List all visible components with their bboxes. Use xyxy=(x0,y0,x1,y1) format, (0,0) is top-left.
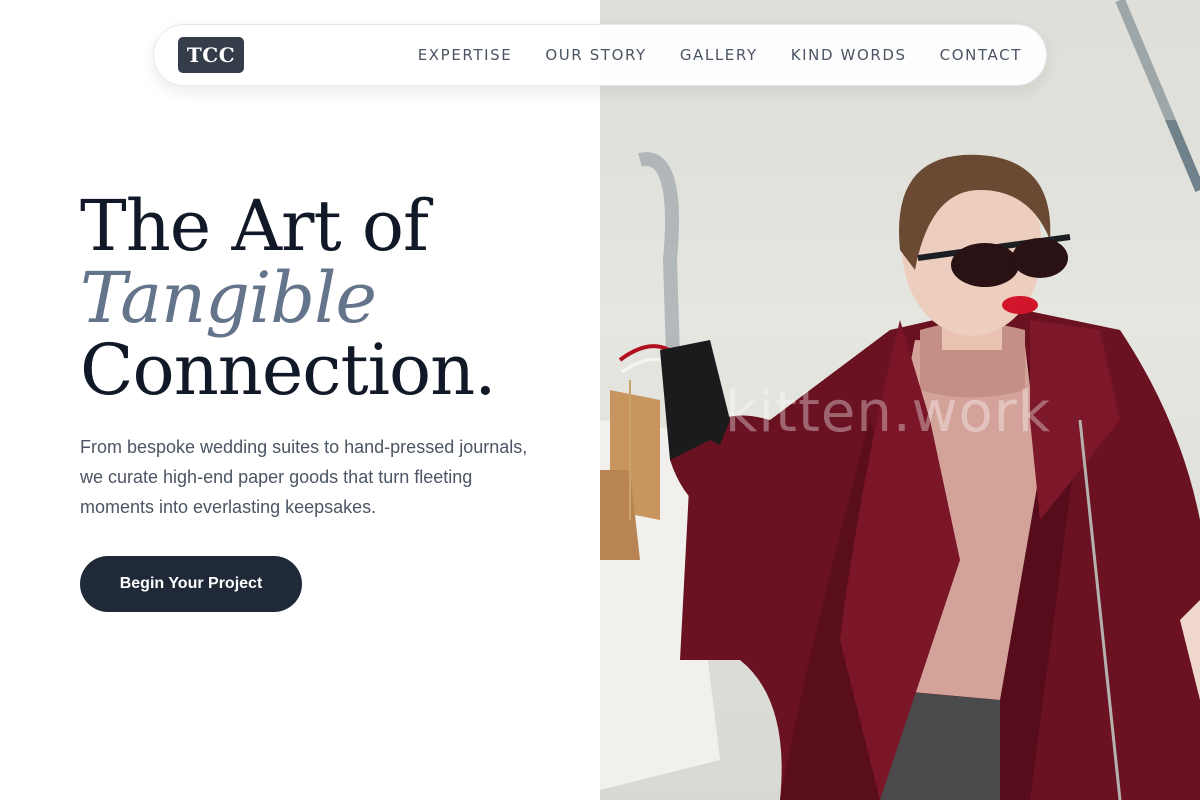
hero-title-line-3: Connection. xyxy=(80,329,497,411)
top-navbar: TCC EXPERTISE OUR STORY GALLERY KIND WOR… xyxy=(153,24,1047,86)
hero-title-line-2: Tangible xyxy=(80,257,377,339)
begin-project-button[interactable]: Begin Your Project xyxy=(80,556,302,612)
hero-section: The Art of Tangible Connection. From bes… xyxy=(80,190,580,522)
nav-link-our-story[interactable]: OUR STORY xyxy=(545,46,647,64)
nav-link-kind-words[interactable]: KIND WORDS xyxy=(791,46,907,64)
hero-title: The Art of Tangible Connection. xyxy=(80,190,580,406)
photo-watermark: kitten.work xyxy=(725,380,1052,445)
nav-link-contact[interactable]: CONTACT xyxy=(940,46,1022,64)
logo[interactable]: TCC xyxy=(178,37,244,73)
nav-menu: EXPERTISE OUR STORY GALLERY KIND WORDS C… xyxy=(418,46,1022,64)
hero-photo: kitten.work xyxy=(600,0,1200,800)
hero-description: From bespoke wedding suites to hand-pres… xyxy=(80,437,528,517)
nav-link-gallery[interactable]: GALLERY xyxy=(680,46,758,64)
nav-link-expertise[interactable]: EXPERTISE xyxy=(418,46,513,64)
hero-title-line-1: The Art of xyxy=(80,185,429,267)
